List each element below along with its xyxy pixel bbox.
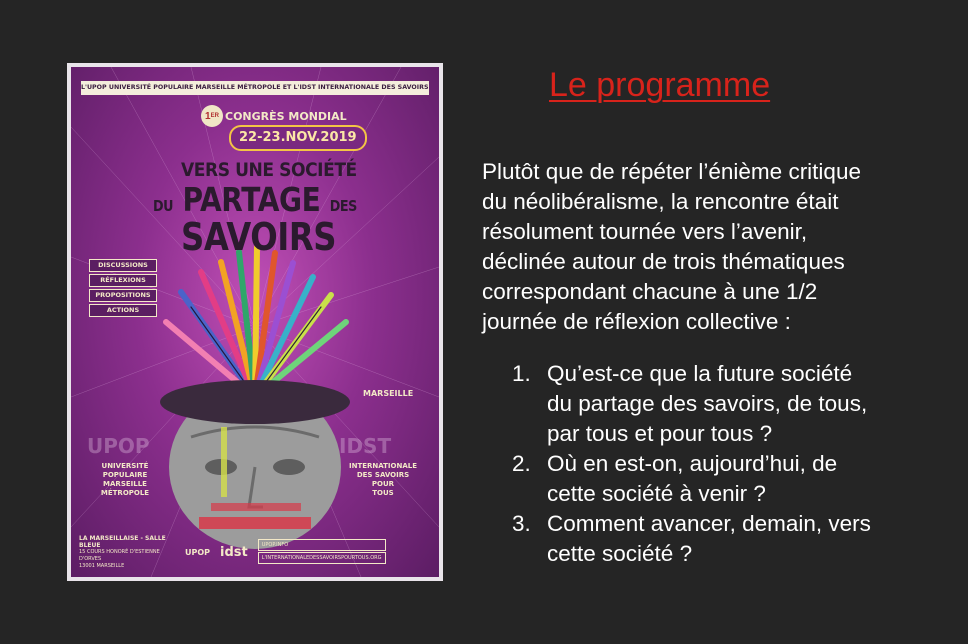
poster-org-line: MÉTROPOLE [100,489,150,497]
poster-image: L'UPOP UNIVERSITÉ POPULAIRE MARSEILLE MÉ… [67,63,443,581]
list-item-text: Qu’est-ce que la future société du parta… [547,359,867,449]
poster-org-idst: INTERNATIONALE DES SAVOIRS POUR TOUS [337,462,429,498]
upop-logo: UPOP [185,547,211,557]
list-item-line: par tous et pour tous ? [547,421,773,446]
poster-congres-text: CONGRÈS MONDIAL [225,109,347,123]
poster-ghost-idst: IDST [339,434,392,458]
poster-tag: ACTIONS [89,304,157,317]
intro-line: résolument tournée vers l’avenir, [482,219,808,244]
poster-venue-line: 13001 MARSEILLE [79,562,125,569]
poster-ghost-upop: UPOP [87,434,150,458]
intro-line: correspondant chacune à une 1/2 [482,279,818,304]
poster-city: MARSEILLE [363,389,414,398]
poster-tag: PROPOSITIONS [89,289,157,302]
poster-venue-line: 15 COURS HONORÉ D'ESTIENNE D'ORVES [79,548,160,562]
wheat-bouquet [163,244,349,400]
poster-org-upop: UNIVERSITÉ POPULAIRE MARSEILLE MÉTROPOLE [79,462,171,498]
poster: L'UPOP UNIVERSITÉ POPULAIRE MARSEILLE MÉ… [71,67,439,577]
poster-ordinal-badge: 1 ER [201,105,223,127]
poster-tag: RÉFLEXIONS [89,274,157,287]
slide-heading: Le programme [549,66,771,104]
list-item-line: du partage des savoirs, de tous, [547,391,868,416]
list-item-line: cette société ? [547,541,693,566]
poster-org-line: POUR [371,480,395,488]
poster-org-line: MARSEILLE [103,480,147,488]
poster-org-line: TOUS [372,489,394,497]
idst-logo: idst [220,544,248,560]
poster-top-banner: L'UPOP UNIVERSITÉ POPULAIRE MARSEILLE MÉ… [81,81,429,95]
intro-line: Plutôt que de répéter l’énième critique [482,159,861,184]
poster-title-line3: SAVOIRS [181,215,337,259]
slide: L'UPOP UNIVERSITÉ POPULAIRE MARSEILLE MÉ… [0,0,968,644]
poster-org-line: UNIVERSITÉ [101,462,149,470]
poster-dates: 22-23.NOV.2019 [229,125,367,151]
poster-ordinal-suffix: ER [210,113,219,119]
poster-title-des: DES [329,197,358,215]
poster-title-du: DU [153,197,174,215]
poster-org-line: INTERNATIONALE [349,462,417,470]
list-item-number: 3. [512,511,531,536]
poster-title-line2: DU PARTAGE DES [153,180,357,219]
list-item-text: Comment avancer, demain, vers cette soci… [547,509,871,569]
poster-tag: DISCUSSIONS [89,259,157,272]
questions-list: 1. Qu’est-ce que la future société du pa… [512,359,952,569]
poster-venue: LA MARSEILLAISE - SALLE BLEUE 15 COURS H… [79,535,175,570]
statue-head [160,380,350,549]
poster-footer: LA MARSEILLAISE - SALLE BLEUE 15 COURS H… [79,535,431,569]
list-item-line: Où en est-on, aujourd’hui, de [547,451,838,476]
list-item-number: 2. [512,451,531,476]
list-item: 3. Comment avancer, demain, vers cette s… [512,509,952,569]
list-item: 1. Qu’est-ce que la future société du pa… [512,359,952,449]
poster-links: UPOP.INFO L'INTERNATIONALEDESSAVOIRSPOUR… [257,539,386,565]
intro-line: du néolibéralisme, la rencontre était [482,189,839,214]
poster-org-line: DES SAVOIRS [356,471,410,479]
list-item-line: Qu’est-ce que la future société [547,361,853,386]
poster-org-line: POPULAIRE [102,471,148,479]
poster-title-line1: VERS UNE SOCIÉTÉ [181,159,357,181]
poster-congres-line: 1 ER CONGRÈS MONDIAL [201,105,347,127]
list-item: 2. Où en est-on, aujourd’hui, de cette s… [512,449,952,509]
intro-line: déclinée autour de trois thématiques [482,249,845,274]
list-item-number: 1. [512,361,531,386]
poster-venue-head: LA MARSEILLAISE - SALLE BLEUE [79,534,166,549]
intro-line: journée de réflexion collective : [482,309,791,334]
poster-link: UPOP.INFO [257,539,386,551]
intro-paragraph: Plutôt que de répéter l’énième critique … [482,157,932,337]
poster-tags: DISCUSSIONS RÉFLEXIONS PROPOSITIONS ACTI… [89,259,157,319]
poster-title-partage: PARTAGE [182,180,321,219]
list-item-line: Comment avancer, demain, vers [547,511,871,536]
list-item-text: Où en est-on, aujourd’hui, de cette soci… [547,449,837,509]
list-item-line: cette société à venir ? [547,481,766,506]
poster-link: L'INTERNATIONALEDESSAVOIRSPOURTOUS.ORG [257,552,386,564]
